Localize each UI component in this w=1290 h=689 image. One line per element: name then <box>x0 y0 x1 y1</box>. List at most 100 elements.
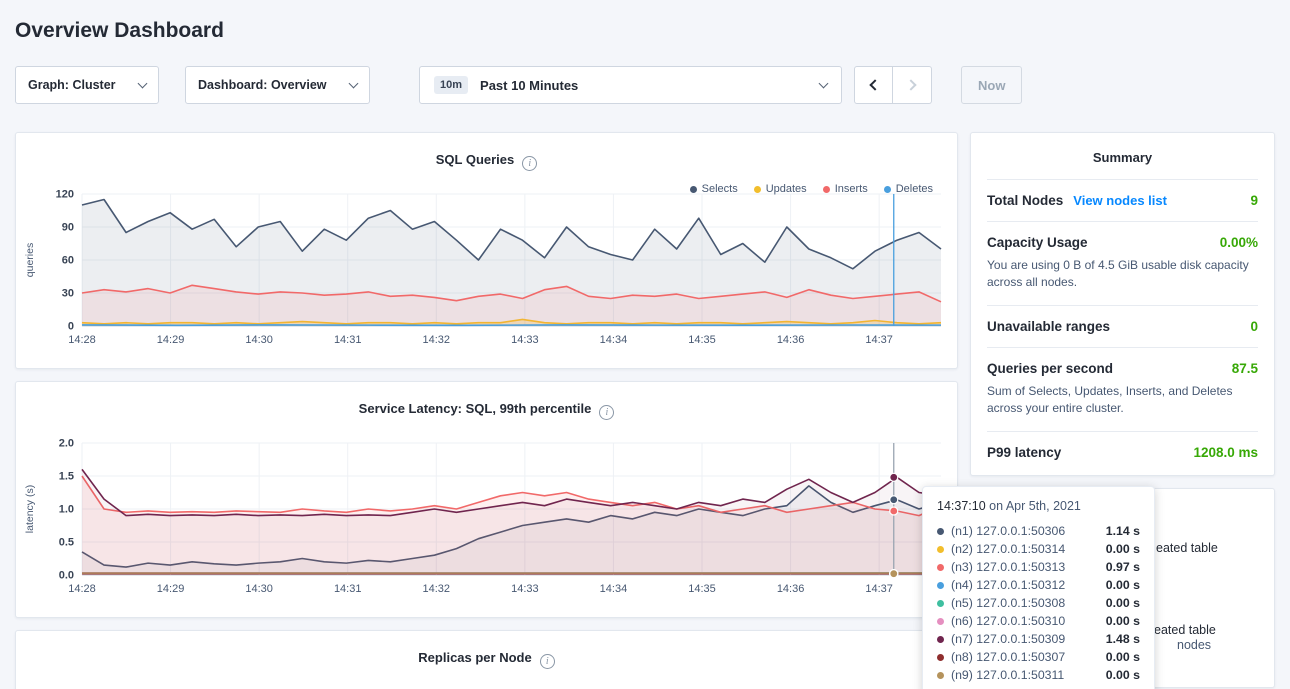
tooltip-row: (n7) 127.0.0.1:503091.48 s <box>937 630 1140 648</box>
svg-text:14:35: 14:35 <box>688 583 716 595</box>
svg-text:14:34: 14:34 <box>600 583 628 595</box>
tooltip-row: (n4) 127.0.0.1:503120.00 s <box>937 576 1140 594</box>
svg-text:14:30: 14:30 <box>245 334 273 346</box>
summary-value: 87.5 <box>1232 361 1258 376</box>
info-icon[interactable]: i <box>522 156 537 171</box>
chart-title: Service Latency: SQL, 99th percentile <box>359 401 592 416</box>
time-range-dropdown[interactable]: 10m Past 10 Minutes <box>419 66 842 104</box>
svg-text:30: 30 <box>62 288 74 300</box>
svg-text:120: 120 <box>56 189 74 201</box>
svg-text:1.0: 1.0 <box>59 504 74 516</box>
chart-title: SQL Queries <box>436 152 515 167</box>
summary-value: 9 <box>1250 193 1258 208</box>
chart-legend: Selects Updates Inserts Deletes <box>690 183 933 195</box>
chevron-down-icon <box>819 78 829 88</box>
chart-title: Replicas per Node <box>418 650 531 665</box>
tooltip-row: (n5) 127.0.0.1:503080.00 s <box>937 594 1140 612</box>
tooltip-header: 14:37:10 on Apr 5th, 2021 <box>937 499 1140 513</box>
tooltip-row: (n1) 127.0.0.1:503061.14 s <box>937 522 1140 540</box>
summary-panel: Summary Total Nodes View nodes list 9 Ca… <box>970 132 1275 476</box>
svg-text:14:28: 14:28 <box>68 334 96 346</box>
chart-hover-tooltip: 14:37:10 on Apr 5th, 2021 (n1) 127.0.0.1… <box>922 486 1155 689</box>
graph-dropdown-label: Graph: Cluster <box>28 78 116 92</box>
chart-header: Replicas per Node i <box>16 631 957 676</box>
info-icon[interactable]: i <box>540 654 555 669</box>
summary-body: Total Nodes View nodes list 9 Capacity U… <box>971 180 1274 475</box>
series-dot <box>690 186 697 193</box>
svg-text:14:37: 14:37 <box>865 334 893 346</box>
service-latency-panel: Service Latency: SQL, 99th percentile i 0… <box>15 381 958 618</box>
summary-description: You are using 0 B of 4.5 GiB usable disk… <box>987 257 1258 292</box>
chevron-left-icon <box>869 79 880 90</box>
summary-label: Capacity Usage <box>987 235 1088 250</box>
dashboard-controls: Graph: Cluster Dashboard: Overview 10m P… <box>15 66 1275 104</box>
svg-text:14:31: 14:31 <box>334 583 362 595</box>
svg-text:2.0: 2.0 <box>59 438 74 450</box>
service-latency-chart[interactable]: 0.00.51.01.52.014:2814:2914:3014:3114:32… <box>20 435 957 605</box>
svg-text:0.5: 0.5 <box>59 537 74 549</box>
summary-label: P99 latency <box>987 445 1061 460</box>
info-icon[interactable]: i <box>599 405 614 420</box>
summary-value: 1208.0 ms <box>1193 445 1258 460</box>
summary-title: Summary <box>987 133 1258 180</box>
node-dot <box>937 546 944 553</box>
tooltip-date: on Apr 5th, 2021 <box>986 499 1081 513</box>
svg-text:14:31: 14:31 <box>334 334 362 346</box>
legend-item-inserts: Inserts <box>823 183 868 195</box>
time-prev-button[interactable] <box>854 66 893 104</box>
svg-text:14:32: 14:32 <box>423 334 451 346</box>
tooltip-row: (n3) 127.0.0.1:503130.97 s <box>937 558 1140 576</box>
summary-label: Queries per second <box>987 361 1113 376</box>
dashboard-dropdown-label: Dashboard: Overview <box>198 78 327 92</box>
legend-item-deletes: Deletes <box>884 183 933 195</box>
time-range-badge: 10m <box>434 76 468 94</box>
summary-row-p99-latency: P99 latency 1208.0 ms <box>987 432 1258 473</box>
chevron-down-icon <box>138 78 148 88</box>
summary-value: 0.00% <box>1220 235 1258 250</box>
svg-text:14:28: 14:28 <box>68 583 96 595</box>
summary-row-unavailable-ranges: Unavailable ranges 0 <box>987 306 1258 348</box>
svg-text:14:33: 14:33 <box>511 583 539 595</box>
summary-value: 0 <box>1250 319 1258 334</box>
charts-column: SQL Queries i Selects Updates Inserts Del… <box>15 132 958 689</box>
chart-header: SQL Queries i <box>16 133 957 178</box>
time-step-buttons <box>854 66 932 104</box>
svg-text:90: 90 <box>62 222 74 234</box>
chart-header: Service Latency: SQL, 99th percentile i <box>16 382 957 427</box>
graph-dropdown[interactable]: Graph: Cluster <box>15 66 159 104</box>
summary-label: Total Nodes <box>987 193 1063 208</box>
node-dot <box>937 600 944 607</box>
node-dot <box>937 528 944 535</box>
svg-text:14:32: 14:32 <box>423 583 451 595</box>
svg-text:latency (s): latency (s) <box>24 485 36 533</box>
summary-row-queries-per-second: Queries per second 87.5 Sum of Selects, … <box>987 348 1258 432</box>
node-dot <box>937 582 944 589</box>
svg-text:14:34: 14:34 <box>600 334 628 346</box>
series-dot <box>884 186 891 193</box>
page-title: Overview Dashboard <box>15 16 1290 46</box>
tooltip-row: (n2) 127.0.0.1:503140.00 s <box>937 540 1140 558</box>
sql-queries-panel: SQL Queries i Selects Updates Inserts Del… <box>15 132 958 369</box>
svg-text:1.5: 1.5 <box>59 471 74 483</box>
tooltip-row: (n6) 127.0.0.1:503100.00 s <box>937 612 1140 630</box>
tooltip-row: (n8) 127.0.0.1:503070.00 s <box>937 648 1140 666</box>
node-dot <box>937 564 944 571</box>
view-nodes-list-link[interactable]: View nodes list <box>1073 193 1167 208</box>
dashboard-dropdown[interactable]: Dashboard: Overview <box>185 66 370 104</box>
sql-queries-chart[interactable]: 030609012014:2814:2914:3014:3114:3214:33… <box>20 186 957 356</box>
series-dot <box>754 186 761 193</box>
svg-text:14:33: 14:33 <box>511 334 539 346</box>
summary-row-total-nodes: Total Nodes View nodes list 9 <box>987 180 1258 222</box>
svg-text:14:30: 14:30 <box>245 583 273 595</box>
node-dot <box>937 672 944 679</box>
chevron-down-icon <box>349 78 359 88</box>
time-next-button[interactable] <box>893 66 932 104</box>
svg-text:queries: queries <box>24 243 36 277</box>
tooltip-time: 14:37:10 <box>937 499 986 513</box>
event-text-fragment: eated table <box>1154 623 1216 637</box>
now-button[interactable]: Now <box>961 66 1022 104</box>
event-text-fragment: nodes <box>1177 638 1211 652</box>
legend-item-selects: Selects <box>690 183 738 195</box>
tooltip-row: (n9) 127.0.0.1:503110.00 s <box>937 666 1140 684</box>
svg-text:60: 60 <box>62 255 74 267</box>
